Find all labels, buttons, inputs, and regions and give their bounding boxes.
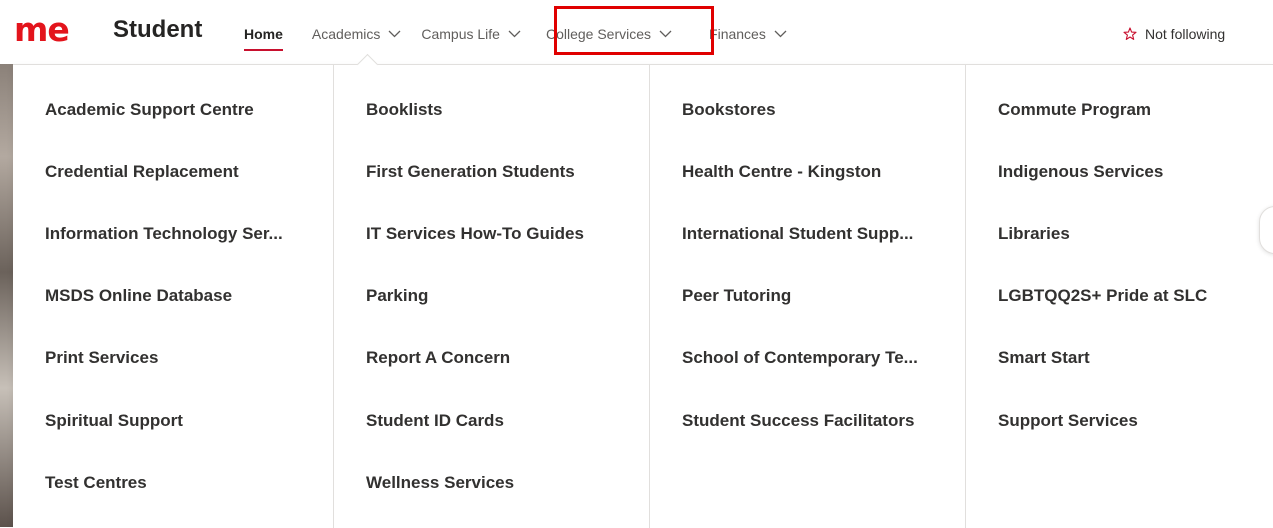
- top-navigation: Home Academics Campus Life College Servi…: [244, 22, 807, 51]
- menu-link[interactable]: Bookstores: [682, 98, 776, 122]
- menu-link[interactable]: Information Technology Ser...: [45, 222, 283, 246]
- chevron-down-icon: [508, 30, 521, 38]
- menu-link[interactable]: Peer Tutoring: [682, 284, 791, 308]
- chevron-down-icon: [388, 30, 401, 38]
- menu-link[interactable]: LGBTQQ2S+ Pride at SLC: [998, 284, 1207, 308]
- site-title[interactable]: Student: [113, 15, 202, 45]
- menu-link[interactable]: Academic Support Centre: [45, 98, 254, 122]
- menu-column-3: Bookstores Health Centre - Kingston Inte…: [649, 65, 965, 528]
- star-outline-icon: [1123, 27, 1137, 40]
- menu-column-4: Commute Program Indigenous Services Libr…: [965, 65, 1273, 528]
- menu-link[interactable]: Libraries: [998, 222, 1070, 246]
- menu-link[interactable]: IT Services How-To Guides: [366, 222, 584, 246]
- menu-link[interactable]: Health Centre - Kingston: [682, 160, 881, 184]
- menu-link[interactable]: Credential Replacement: [45, 160, 239, 184]
- nav-academics-label: Academics: [311, 26, 381, 42]
- chevron-down-icon: [659, 30, 672, 38]
- nav-campus-life[interactable]: Campus Life: [421, 22, 521, 46]
- nav-college-services-label: College Services: [545, 26, 652, 42]
- top-bar: me Student Home Academics Campus Life Co…: [0, 0, 1273, 64]
- menu-link[interactable]: School of Contemporary Te...: [682, 346, 918, 370]
- menu-link[interactable]: Student Success Facilitators: [682, 409, 914, 433]
- carousel-scroll-button[interactable]: [1259, 206, 1273, 254]
- menu-link[interactable]: Spiritual Support: [45, 409, 183, 433]
- nav-campus-life-label: Campus Life: [421, 26, 500, 42]
- chevron-down-icon: [774, 30, 787, 38]
- background-image-strip: [0, 64, 13, 527]
- menu-link[interactable]: Test Centres: [45, 471, 147, 495]
- site-logo[interactable]: me: [14, 10, 70, 50]
- menu-link[interactable]: Wellness Services: [366, 471, 514, 495]
- follow-label: Not following: [1145, 26, 1226, 42]
- mega-menu-panel: Academic Support Centre Credential Repla…: [13, 64, 1273, 528]
- menu-link[interactable]: Print Services: [45, 346, 158, 370]
- menu-link[interactable]: Parking: [366, 284, 428, 308]
- menu-link[interactable]: Indigenous Services: [998, 160, 1163, 184]
- menu-link[interactable]: Report A Concern: [366, 346, 510, 370]
- nav-home[interactable]: Home: [244, 22, 283, 51]
- menu-column-1: Academic Support Centre Credential Repla…: [13, 65, 329, 528]
- menu-column-2: Booklists First Generation Students IT S…: [333, 65, 649, 528]
- nav-college-services[interactable]: College Services: [546, 22, 672, 46]
- menu-link[interactable]: Commute Program: [998, 98, 1151, 122]
- menu-link[interactable]: First Generation Students: [366, 160, 575, 184]
- menu-link[interactable]: Booklists: [366, 98, 443, 122]
- follow-button[interactable]: Not following: [1123, 22, 1225, 46]
- nav-finances-label: Finances: [709, 26, 766, 42]
- menu-link[interactable]: Support Services: [998, 409, 1138, 433]
- menu-link[interactable]: International Student Supp...: [682, 222, 913, 246]
- nav-academics[interactable]: Academics: [312, 22, 401, 46]
- menu-link[interactable]: Smart Start: [998, 346, 1090, 370]
- menu-link[interactable]: Student ID Cards: [366, 409, 504, 433]
- nav-finances[interactable]: Finances: [709, 22, 787, 46]
- menu-link[interactable]: MSDS Online Database: [45, 284, 232, 308]
- nav-home-label: Home: [244, 26, 283, 42]
